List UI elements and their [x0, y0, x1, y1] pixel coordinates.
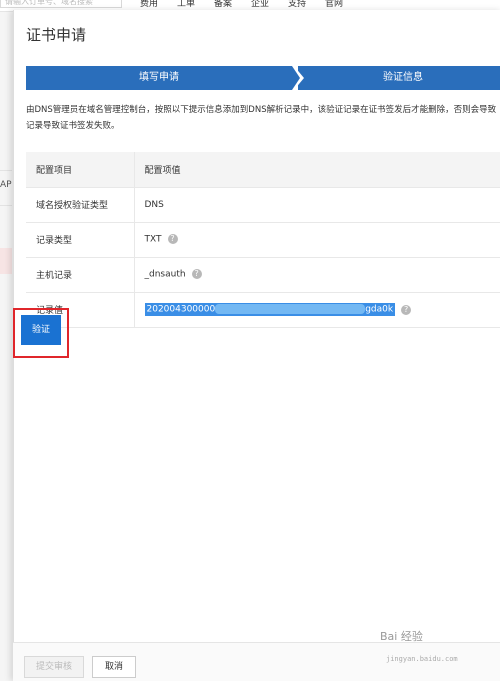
background-left-label: AP — [0, 180, 12, 190]
background-nav-item[interactable]: 支持 — [288, 0, 306, 9]
background-nav-item[interactable]: 备案 — [214, 0, 232, 9]
background-nav-item[interactable]: 官网 — [325, 0, 343, 9]
table-header-item: 配置项目 — [26, 152, 135, 187]
background-nav-item[interactable]: 工单 — [177, 0, 195, 9]
row-value: DNS — [144, 199, 164, 210]
help-icon[interactable]: ? — [401, 304, 412, 315]
config-table: 配置项目 配置项值 域名授权验证类型 DNS 记录类型 TXT? 主机记录 _d… — [26, 152, 500, 328]
row-value-cell: TXT? — [134, 222, 500, 257]
background-divider — [0, 170, 12, 171]
cancel-button[interactable]: 取消 — [92, 656, 136, 678]
redacted-blur — [215, 304, 366, 315]
table-header-value: 配置项值 — [144, 165, 181, 176]
background-search-input[interactable]: 请输入订单号、域名搜索 — [0, 0, 122, 8]
table-header-row: 配置项目 配置项值 — [26, 152, 500, 187]
row-value: TXT — [144, 234, 162, 245]
row-value-cell: _dnsauth? — [134, 257, 500, 292]
watermark-url: jingyan.baidu.com — [386, 655, 458, 663]
table-row: 记录类型 TXT? — [26, 222, 500, 257]
record-value-prefix: 202004300000 — [146, 304, 216, 315]
step-fill-application: 填写申请 — [26, 66, 292, 90]
table-row: 记录值 202004300000 gda0k? — [26, 292, 500, 327]
background-nav-item[interactable]: 企业 — [251, 0, 269, 9]
dialog-title: 证书申请 — [26, 26, 87, 44]
row-label: 记录类型 — [26, 222, 135, 257]
row-label: 主机记录 — [26, 257, 135, 292]
verify-button[interactable]: 验证 — [21, 315, 61, 345]
dns-instructions: 由DNS管理员在域名管理控制台，按照以下提示信息添加到DNS解析记录中，该验证记… — [26, 105, 497, 131]
table-row: 域名授权验证类型 DNS — [26, 187, 500, 222]
record-value-selected[interactable]: 202004300000 gda0k — [144, 303, 396, 316]
help-icon[interactable]: ? — [191, 269, 202, 280]
background-divider — [0, 205, 12, 206]
step-verify-info: 验证信息 — [298, 66, 500, 90]
step-progress-bar: 填写申请 验证信息 — [26, 66, 500, 90]
background-left-panel — [0, 12, 14, 681]
watermark-text: Bai 经验 — [380, 630, 423, 643]
row-value: _dnsauth — [144, 269, 186, 280]
background-highlight-row — [0, 248, 12, 274]
certificate-application-dialog: 证书申请 填写申请 验证信息 由DNS管理员在域名管理控制台，按照以下提示信息添… — [13, 10, 500, 681]
background-nav-item[interactable]: 费用 — [140, 0, 158, 9]
row-value-cell: 202004300000 gda0k? — [134, 292, 500, 327]
record-value-suffix: gda0k — [365, 304, 394, 315]
submit-review-button[interactable]: 提交审核 — [24, 656, 84, 678]
table-row: 主机记录 _dnsauth? — [26, 257, 500, 292]
help-icon[interactable]: ? — [167, 234, 178, 245]
row-label: 域名授权验证类型 — [26, 187, 135, 222]
